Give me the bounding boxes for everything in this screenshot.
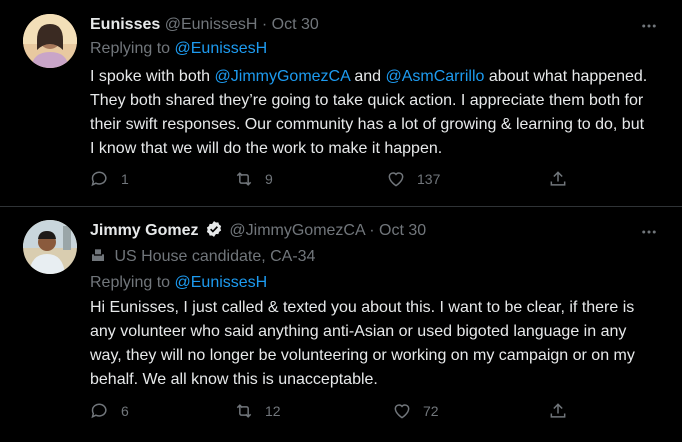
share-button[interactable] [548,401,568,421]
reply-count: 6 [121,403,129,419]
replying-to: Replying to @EunissesH [90,274,267,292]
like-count: 72 [423,403,439,419]
avatar[interactable] [23,14,77,68]
tweet-header: Jimmy Gomez @JimmyGomezCA · Oct 30 [90,220,426,240]
retweet-button[interactable]: 9 [234,169,273,189]
user-handle[interactable]: @EunissesH [165,16,258,33]
replying-handle-link[interactable]: @EunissesH [175,40,268,57]
tweet-date[interactable]: Oct 30 [379,222,426,239]
avatar-photo [23,14,77,68]
share-button[interactable] [548,169,568,189]
replying-handle-link[interactable]: @EunissesH [175,274,268,291]
tweet-text: I spoke with both @JimmyGomezCA and @Asm… [90,65,650,161]
like-button[interactable]: 137 [386,169,440,189]
replying-prefix: Replying to [90,274,171,291]
replying-prefix: Replying to [90,40,171,57]
candidate-label: US House candidate, CA-34 [90,247,315,266]
replying-to: Replying to @EunissesH [90,40,267,58]
user-handle[interactable]: @JimmyGomezCA [229,222,364,239]
retweet-count: 9 [265,171,273,187]
avatar[interactable] [23,220,77,274]
heart-icon [388,172,404,187]
reply-icon [91,171,107,187]
reply-count: 1 [121,171,129,187]
verified-badge-icon[interactable] [205,220,223,238]
ballot-box-icon [92,248,104,261]
mention-link[interactable]: @AsmCarrillo [385,68,484,85]
mention-link[interactable]: @JimmyGomezCA [215,68,350,85]
tweet-date[interactable]: Oct 30 [272,16,319,33]
separator: · [261,16,268,33]
tweet-header: Eunisses @EunissesH · Oct 30 [90,16,319,34]
retweet-count: 12 [265,403,281,419]
like-count: 137 [417,171,441,187]
more-options-icon[interactable] [640,223,658,241]
retweet-icon [236,404,252,418]
share-icon [550,403,566,418]
reply-button[interactable]: 6 [90,401,129,421]
candidate-label-text: US House candidate, CA-34 [114,248,316,265]
share-icon [550,171,566,186]
display-name[interactable]: Eunisses [90,16,160,33]
tweet-text: Hi Eunisses, I just called & texted you … [90,299,635,388]
tweet-jimmy-gomez[interactable]: Jimmy Gomez @JimmyGomezCA · Oct 30 US Ho… [0,207,682,442]
tweet-actions: 6 12 72 [90,401,570,423]
text-part: I spoke with both [90,68,215,85]
separator: · [369,222,375,239]
tweet-eunisses[interactable]: Eunisses @EunissesH · Oct 30 Replying to… [0,0,682,207]
heart-icon [394,404,410,419]
reply-icon [91,403,107,419]
retweet-button[interactable]: 12 [234,401,281,421]
display-name[interactable]: Jimmy Gomez [90,222,198,239]
text-part: and [349,68,386,85]
reply-button[interactable]: 1 [90,169,129,189]
tweet-actions: 1 9 137 [90,169,570,191]
like-button[interactable]: 72 [392,401,439,421]
retweet-icon [236,172,252,186]
more-options-icon[interactable] [640,17,658,35]
avatar-photo [23,220,77,274]
